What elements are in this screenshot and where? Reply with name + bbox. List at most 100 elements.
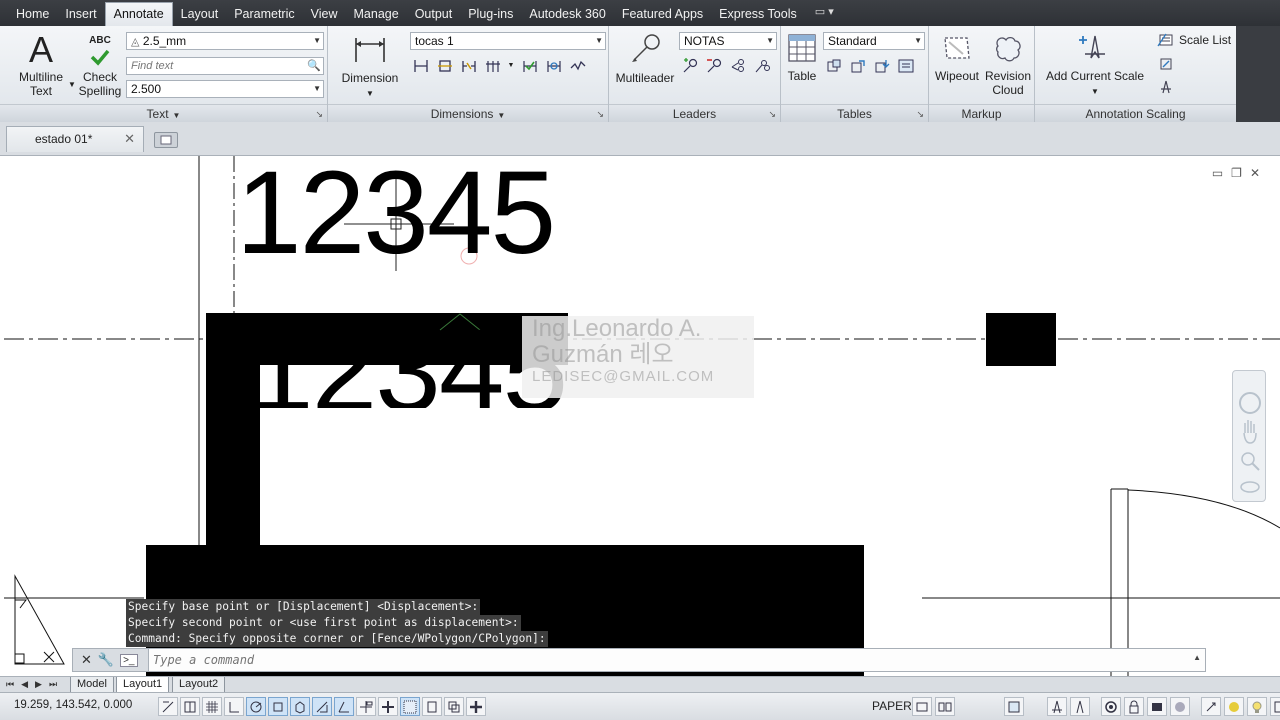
ribbon-tab-view[interactable]: View bbox=[303, 0, 346, 26]
restore-icon[interactable]: ❐ bbox=[1231, 166, 1242, 180]
ribbon-tab-autodesk-360[interactable]: Autodesk 360 bbox=[521, 0, 613, 26]
dialog-launcher-icon[interactable]: ↘ bbox=[768, 105, 776, 123]
table-style-select[interactable]: Standard ▼ bbox=[823, 32, 925, 50]
dim-quick-icon[interactable] bbox=[410, 56, 431, 75]
add-leader-icon[interactable] bbox=[679, 56, 700, 75]
ribbon-tab-manage[interactable]: Manage bbox=[346, 0, 407, 26]
ribbon-tab-featured-apps[interactable]: Featured Apps bbox=[614, 0, 711, 26]
minimize-icon[interactable]: ▭ bbox=[1212, 166, 1223, 180]
sync-scale-positions-icon[interactable] bbox=[1155, 54, 1176, 73]
leaders-panel-title[interactable]: Leaders ↘ bbox=[609, 104, 780, 122]
lock-icon[interactable] bbox=[1124, 697, 1144, 716]
ribbon-tab-parametric[interactable]: Parametric bbox=[226, 0, 302, 26]
clean-screen-icon[interactable] bbox=[1201, 697, 1221, 716]
dim-adjust-space-icon[interactable] bbox=[482, 56, 503, 75]
orbit-icon[interactable] bbox=[1240, 481, 1260, 493]
chevron-down-icon[interactable]: ▼ bbox=[506, 56, 516, 75]
status-bar-menu-icon[interactable] bbox=[1224, 697, 1244, 716]
close-icon[interactable]: ✕ bbox=[81, 652, 92, 668]
annotation-scaling-panel-title[interactable]: Annotation Scaling bbox=[1035, 104, 1236, 122]
chevron-down-icon[interactable]: ▼ bbox=[1091, 87, 1099, 96]
dynamic-input-icon[interactable] bbox=[356, 697, 376, 716]
dim-style-select[interactable]: tocas 1 ▼ bbox=[410, 32, 606, 50]
table-button[interactable]: Table bbox=[783, 32, 821, 83]
dialog-launcher-icon[interactable]: ↘ bbox=[315, 105, 323, 123]
align-leaders-icon[interactable] bbox=[727, 56, 748, 75]
revision-cloud-button[interactable]: Revision Cloud bbox=[983, 32, 1033, 97]
steering-wheel-icon[interactable] bbox=[1239, 392, 1261, 414]
collect-leaders-icon[interactable] bbox=[751, 56, 772, 75]
add-current-scale-button[interactable]: Add Current Scale ▼ bbox=[1045, 32, 1145, 99]
ribbon-tab-output[interactable]: Output bbox=[407, 0, 461, 26]
check-spelling-button[interactable]: ABC Check Spelling bbox=[76, 34, 124, 98]
wrench-icon[interactable]: 🔧 bbox=[98, 652, 114, 668]
3d-object-snap-icon[interactable] bbox=[290, 697, 310, 716]
dim-update-icon[interactable] bbox=[543, 56, 564, 75]
upload-to-source-icon[interactable] bbox=[895, 56, 916, 75]
chevron-down-icon[interactable]: ▼ bbox=[366, 89, 374, 98]
grid-display-icon[interactable] bbox=[202, 697, 222, 716]
annotation-monitor-icon[interactable] bbox=[466, 697, 486, 716]
object-snap-tracking-icon[interactable] bbox=[312, 697, 332, 716]
close-icon[interactable]: ✕ bbox=[1250, 166, 1260, 180]
dialog-launcher-icon[interactable]: ↘ bbox=[596, 105, 604, 123]
hardware-acceleration-icon[interactable] bbox=[1147, 697, 1167, 716]
chevron-up-icon[interactable]: ▲ bbox=[1193, 653, 1201, 662]
wipeout-button[interactable]: Wipeout bbox=[931, 32, 983, 83]
layout-tab-layout1[interactable]: Layout1 bbox=[116, 677, 170, 693]
quick-view-drawings-icon[interactable] bbox=[935, 697, 955, 716]
dynamic-ucs-icon[interactable] bbox=[334, 697, 354, 716]
command-input[interactable] bbox=[153, 651, 1103, 669]
lineweight-icon[interactable] bbox=[378, 697, 398, 716]
last-tab-icon[interactable]: ⏭ bbox=[49, 677, 57, 692]
extract-data-icon[interactable] bbox=[823, 56, 844, 75]
leader-style-select[interactable]: NOTAS ▼ bbox=[679, 32, 777, 50]
find-replace-icon[interactable]: 🔍 bbox=[307, 58, 321, 74]
ribbon-tab-express-tools[interactable]: Express Tools bbox=[711, 0, 805, 26]
drawing-canvas[interactable]: 12345 12345 Ing.Leonardo A. Guzmán 레오 LE… bbox=[4, 156, 1280, 676]
isolate-objects-icon[interactable] bbox=[1170, 697, 1190, 716]
layout-tab-layout2[interactable]: Layout2 bbox=[172, 677, 226, 693]
fullscreen-icon[interactable] bbox=[1270, 697, 1280, 716]
auto-scale-icon[interactable] bbox=[1070, 697, 1090, 716]
ribbon-minimize-icon[interactable]: ▭ ▾ bbox=[805, 0, 844, 26]
bulb-icon[interactable] bbox=[1247, 697, 1267, 716]
chevron-down-icon[interactable]: ▼ bbox=[68, 80, 76, 89]
remove-leader-icon[interactable] bbox=[703, 56, 724, 75]
ribbon-tab-insert[interactable]: Insert bbox=[57, 0, 104, 26]
polar-tracking-icon[interactable] bbox=[246, 697, 266, 716]
selection-cycling-icon[interactable] bbox=[444, 697, 464, 716]
find-text-input[interactable]: Find text 🔍 bbox=[126, 57, 324, 75]
dialog-launcher-icon[interactable]: ↘ bbox=[916, 105, 924, 123]
ribbon-tab-annotate[interactable]: Annotate bbox=[104, 2, 173, 26]
dim-break-icon[interactable] bbox=[458, 56, 479, 75]
download-from-source-icon[interactable] bbox=[871, 56, 892, 75]
first-tab-icon[interactable]: ⏮ bbox=[6, 677, 14, 692]
next-tab-icon[interactable]: ▶ bbox=[35, 677, 42, 692]
scale-list-button[interactable]: Scale List bbox=[1157, 32, 1231, 48]
ribbon-tab-home[interactable]: Home bbox=[8, 0, 57, 26]
coordinates-readout[interactable]: 19.259, 143.542, 0.000 bbox=[14, 699, 132, 711]
text-style-select[interactable]: ◬ 2.5_mm ▼ bbox=[126, 32, 324, 50]
command-prompt-icon[interactable]: >_ bbox=[120, 653, 138, 667]
markup-panel-title[interactable]: Markup bbox=[929, 104, 1034, 122]
document-tab[interactable]: estado 01* ✕ bbox=[6, 126, 144, 152]
pan-icon[interactable] bbox=[1243, 420, 1257, 444]
multiline-text-button[interactable]: A Multiline Text bbox=[12, 32, 70, 99]
ortho-mode-icon[interactable] bbox=[224, 697, 244, 716]
add-delete-scales-icon[interactable] bbox=[1155, 77, 1176, 96]
dim-inspect-icon[interactable] bbox=[519, 56, 540, 75]
infer-constraints-icon[interactable] bbox=[158, 697, 178, 716]
quick-view-layouts-icon[interactable] bbox=[912, 697, 932, 716]
tables-panel-title[interactable]: Tables ↘ bbox=[781, 104, 928, 122]
model-paper-toggle[interactable]: PAPER bbox=[872, 699, 912, 713]
dimension-button[interactable]: Dimension ▼ bbox=[338, 32, 402, 101]
link-data-icon[interactable] bbox=[847, 56, 868, 75]
quick-properties-icon[interactable] bbox=[422, 697, 442, 716]
prev-tab-icon[interactable]: ◀ bbox=[21, 677, 28, 692]
drawing-text-mid[interactable]: 12345 bbox=[248, 316, 566, 408]
zoom-icon[interactable] bbox=[1241, 452, 1260, 471]
text-panel-title[interactable]: Text ▼ ↘ bbox=[0, 104, 327, 122]
multileader-button[interactable]: Multileader bbox=[613, 32, 677, 85]
object-snap-icon[interactable] bbox=[268, 697, 288, 716]
